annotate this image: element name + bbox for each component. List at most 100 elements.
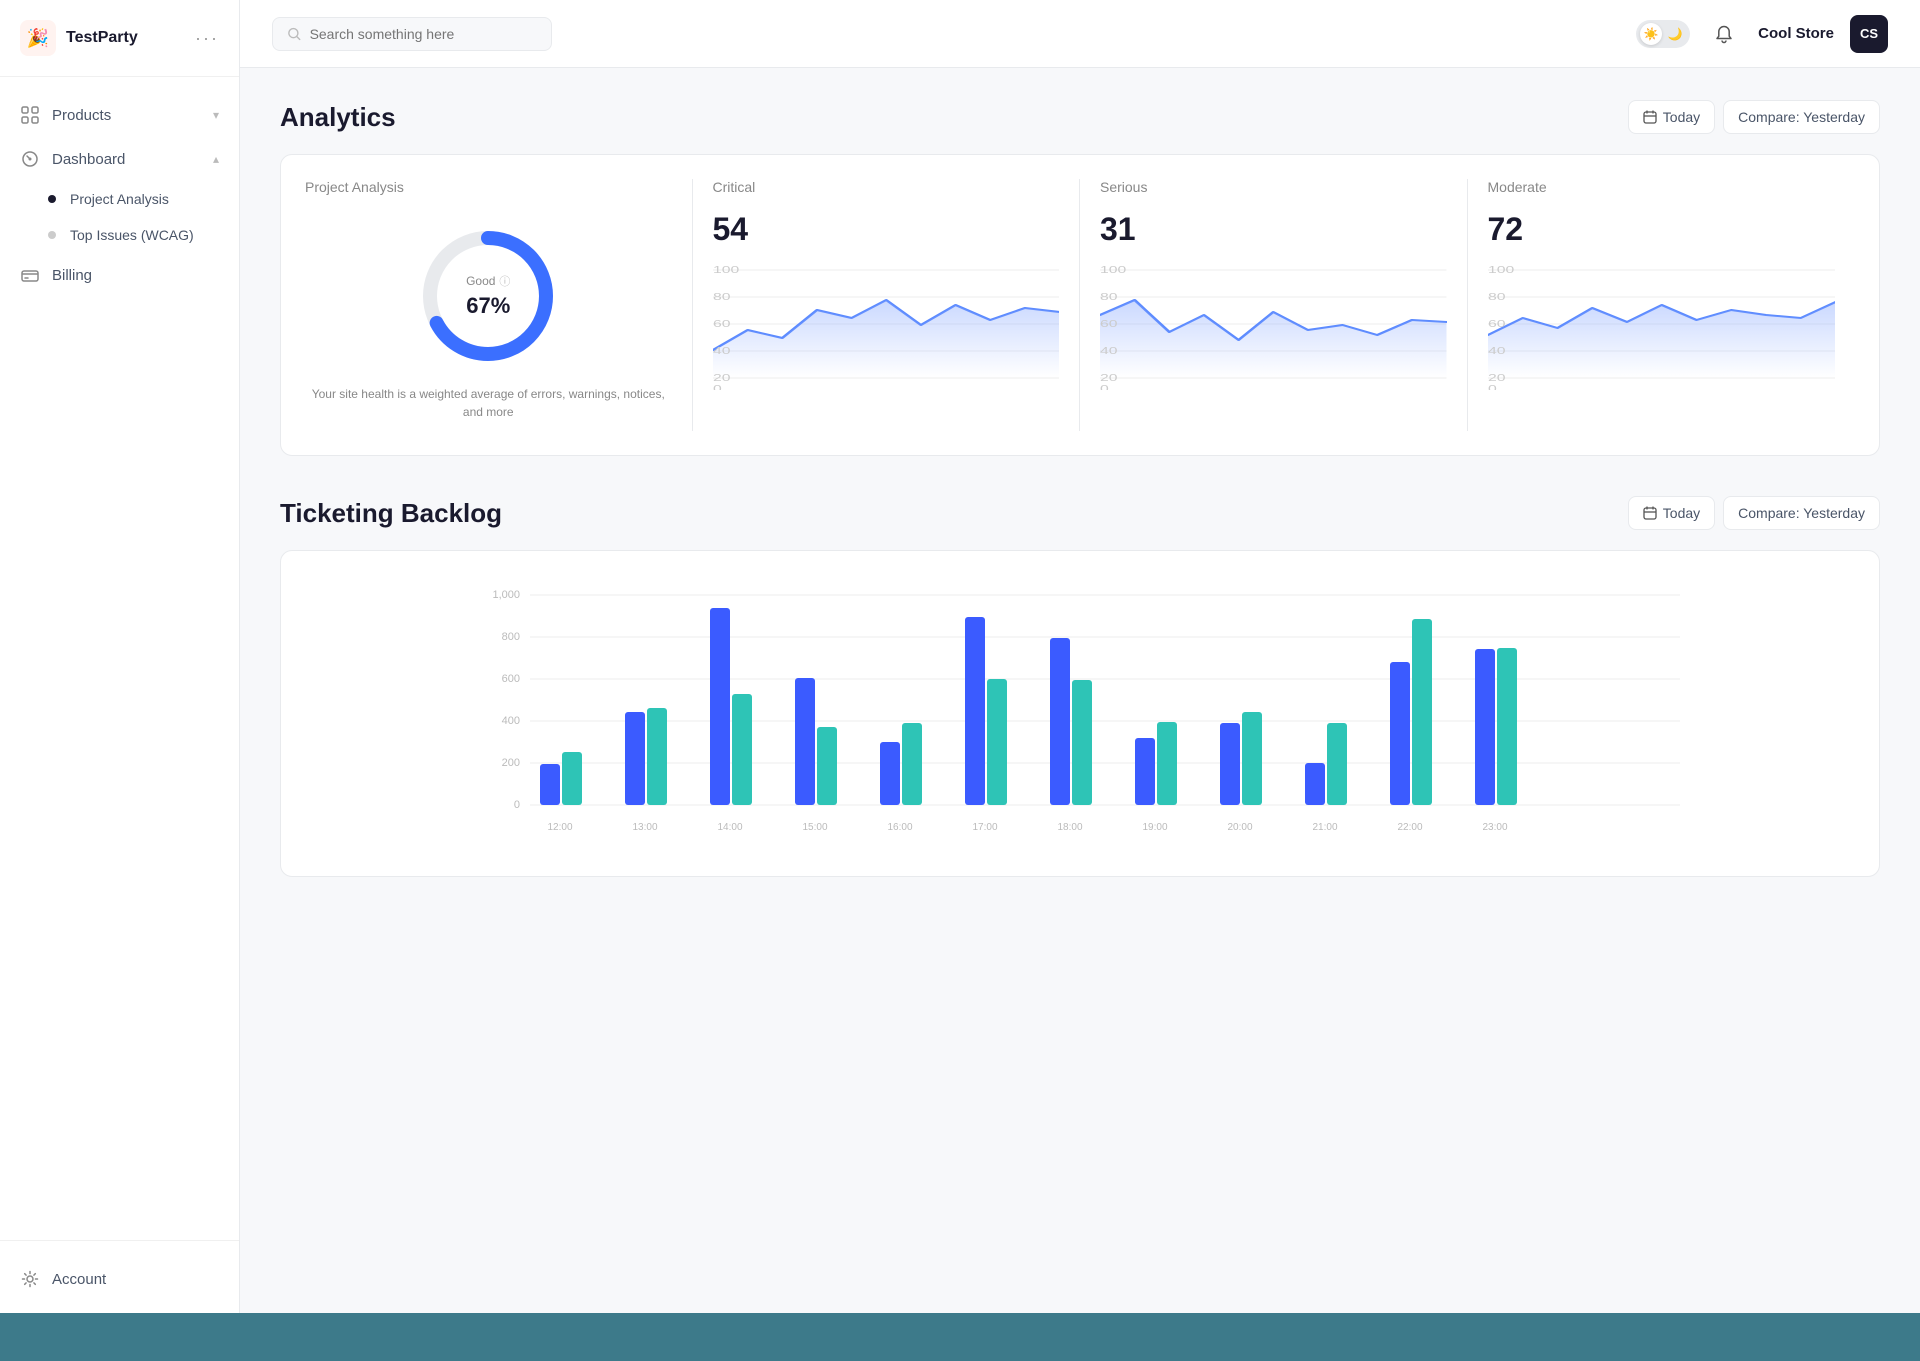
- sidebar-item-account[interactable]: Account: [0, 1257, 239, 1301]
- svg-text:19:00: 19:00: [1142, 822, 1167, 833]
- critical-line-svg: 100 80 60 40 20 0: [713, 260, 1060, 390]
- sidebar-nav: Products ▾ Dashboard ▴ Project Analysis …: [0, 77, 239, 1240]
- header-right: ☀️ 🌙 Cool Store CS: [1636, 15, 1888, 53]
- more-options-button[interactable]: ···: [195, 28, 219, 49]
- svg-text:60: 60: [1488, 318, 1506, 329]
- dark-theme-icon: 🌙: [1664, 23, 1686, 45]
- calendar-icon-2: [1643, 506, 1657, 520]
- svg-text:16:00: 16:00: [887, 822, 912, 833]
- bottom-status-bar: [0, 1313, 1920, 1361]
- sidebar-item-project-analysis[interactable]: Project Analysis: [0, 181, 239, 217]
- svg-text:800: 800: [502, 631, 520, 643]
- sidebar-item-products-label: Products: [52, 107, 111, 124]
- svg-text:13:00: 13:00: [632, 822, 657, 833]
- sidebar-item-dashboard[interactable]: Dashboard ▴: [0, 137, 239, 181]
- sidebar-item-dashboard-label: Dashboard: [52, 151, 125, 168]
- store-name: Cool Store: [1758, 25, 1834, 42]
- ticketing-actions: Today Compare: Yesterday: [1628, 496, 1880, 530]
- search-box[interactable]: [272, 17, 552, 51]
- bar-chart-container: 1,000 800 600 400 200 0 12:00 13:00: [280, 550, 1880, 877]
- analytics-title: Analytics: [280, 102, 396, 133]
- avatar[interactable]: CS: [1850, 15, 1888, 53]
- svg-text:15:00: 15:00: [802, 822, 827, 833]
- svg-text:20: 20: [1488, 372, 1506, 383]
- svg-text:22:00: 22:00: [1397, 822, 1422, 833]
- sidebar-item-products[interactable]: Products ▾: [0, 93, 239, 137]
- sidebar-sub-item-top-issues-label: Top Issues (WCAG): [70, 227, 194, 243]
- svg-text:60: 60: [1100, 318, 1118, 329]
- svg-text:12:00: 12:00: [547, 822, 572, 833]
- analytics-compare-button[interactable]: Compare: Yesterday: [1723, 100, 1880, 134]
- svg-text:21:00: 21:00: [1312, 822, 1337, 833]
- dashboard-icon: [20, 149, 40, 169]
- svg-text:20:00: 20:00: [1227, 822, 1252, 833]
- calendar-icon: [1643, 110, 1657, 124]
- svg-text:40: 40: [1488, 345, 1506, 356]
- donut-label: Good ⓘ: [466, 273, 510, 289]
- search-input[interactable]: [310, 26, 537, 42]
- svg-text:100: 100: [1488, 264, 1514, 275]
- moderate-value: 72: [1488, 211, 1836, 248]
- critical-col: Critical 54: [693, 179, 1081, 431]
- sidebar-item-billing-label: Billing: [52, 267, 92, 284]
- sidebar-item-billing[interactable]: Billing: [0, 253, 239, 297]
- donut-description: Your site health is a weighted average o…: [305, 385, 672, 421]
- svg-text:60: 60: [713, 318, 731, 329]
- svg-text:40: 40: [713, 345, 731, 356]
- svg-text:600: 600: [502, 673, 520, 685]
- chevron-up-icon: ▴: [213, 152, 219, 166]
- ticketing-today-button[interactable]: Today: [1628, 496, 1715, 530]
- svg-text:200: 200: [502, 757, 520, 769]
- dot-dark-icon: [48, 195, 56, 203]
- svg-text:80: 80: [713, 291, 731, 302]
- donut-center: Good ⓘ 67%: [466, 273, 510, 319]
- critical-title: Critical: [713, 179, 1060, 195]
- ticketing-today-label: Today: [1663, 505, 1700, 521]
- theme-toggle[interactable]: ☀️ 🌙: [1636, 20, 1690, 48]
- search-icon: [287, 26, 302, 42]
- moderate-chart: 100 80 60 40 20 0: [1488, 260, 1836, 420]
- critical-value: 54: [713, 211, 1060, 248]
- notification-bell-button[interactable]: [1706, 16, 1742, 52]
- sidebar-sub-item-project-label: Project Analysis: [70, 191, 169, 207]
- sidebar-item-top-issues[interactable]: Top Issues (WCAG): [0, 217, 239, 253]
- dot-gray-icon: [48, 231, 56, 239]
- donut-chart-container: Good ⓘ 67% Your site health is a weighte…: [305, 211, 672, 431]
- billing-icon: [20, 265, 40, 285]
- bar-chart-svg: 1,000 800 600 400 200 0 12:00 13:00: [305, 575, 1855, 855]
- ticketing-section-header: Ticketing Backlog Today Compare: Yesterd…: [280, 496, 1880, 530]
- ticketing-backlog-section: Ticketing Backlog Today Compare: Yesterd…: [280, 496, 1880, 877]
- ticketing-compare-label: Compare: Yesterday: [1738, 505, 1865, 521]
- svg-text:0: 0: [1488, 383, 1497, 390]
- moderate-title: Moderate: [1488, 179, 1836, 195]
- analytics-today-label: Today: [1663, 109, 1700, 125]
- sidebar-logo: 🎉 TestParty ···: [0, 0, 239, 77]
- svg-text:400: 400: [502, 715, 520, 727]
- info-icon: ⓘ: [499, 273, 510, 289]
- ticketing-title: Ticketing Backlog: [280, 498, 502, 529]
- svg-text:0: 0: [713, 383, 722, 390]
- svg-text:0: 0: [514, 799, 520, 811]
- svg-text:20: 20: [1100, 372, 1118, 383]
- svg-text:17:00: 17:00: [972, 822, 997, 833]
- ticketing-compare-button[interactable]: Compare: Yesterday: [1723, 496, 1880, 530]
- good-label: Good: [466, 274, 495, 288]
- svg-text:23:00: 23:00: [1482, 822, 1507, 833]
- svg-text:80: 80: [1100, 291, 1118, 302]
- serious-value: 31: [1100, 211, 1447, 248]
- chevron-down-icon: ▾: [213, 108, 219, 122]
- grid-icon: [20, 105, 40, 125]
- svg-text:80: 80: [1488, 291, 1506, 302]
- svg-text:1,000: 1,000: [492, 589, 520, 601]
- serious-chart: 100 80 60 40 20 0: [1100, 260, 1447, 420]
- donut-wrapper: Good ⓘ 67%: [413, 221, 563, 371]
- svg-text:18:00: 18:00: [1057, 822, 1082, 833]
- analytics-card: Project Analysis Good ⓘ 67%: [280, 154, 1880, 456]
- moderate-line-svg: 100 80 60 40 20 0: [1488, 260, 1836, 390]
- light-theme-icon: ☀️: [1640, 23, 1662, 45]
- analytics-today-button[interactable]: Today: [1628, 100, 1715, 134]
- project-analysis-col: Project Analysis Good ⓘ 67%: [305, 179, 693, 431]
- analytics-compare-label: Compare: Yesterday: [1738, 109, 1865, 125]
- serious-title: Serious: [1100, 179, 1447, 195]
- analytics-actions: Today Compare: Yesterday: [1628, 100, 1880, 134]
